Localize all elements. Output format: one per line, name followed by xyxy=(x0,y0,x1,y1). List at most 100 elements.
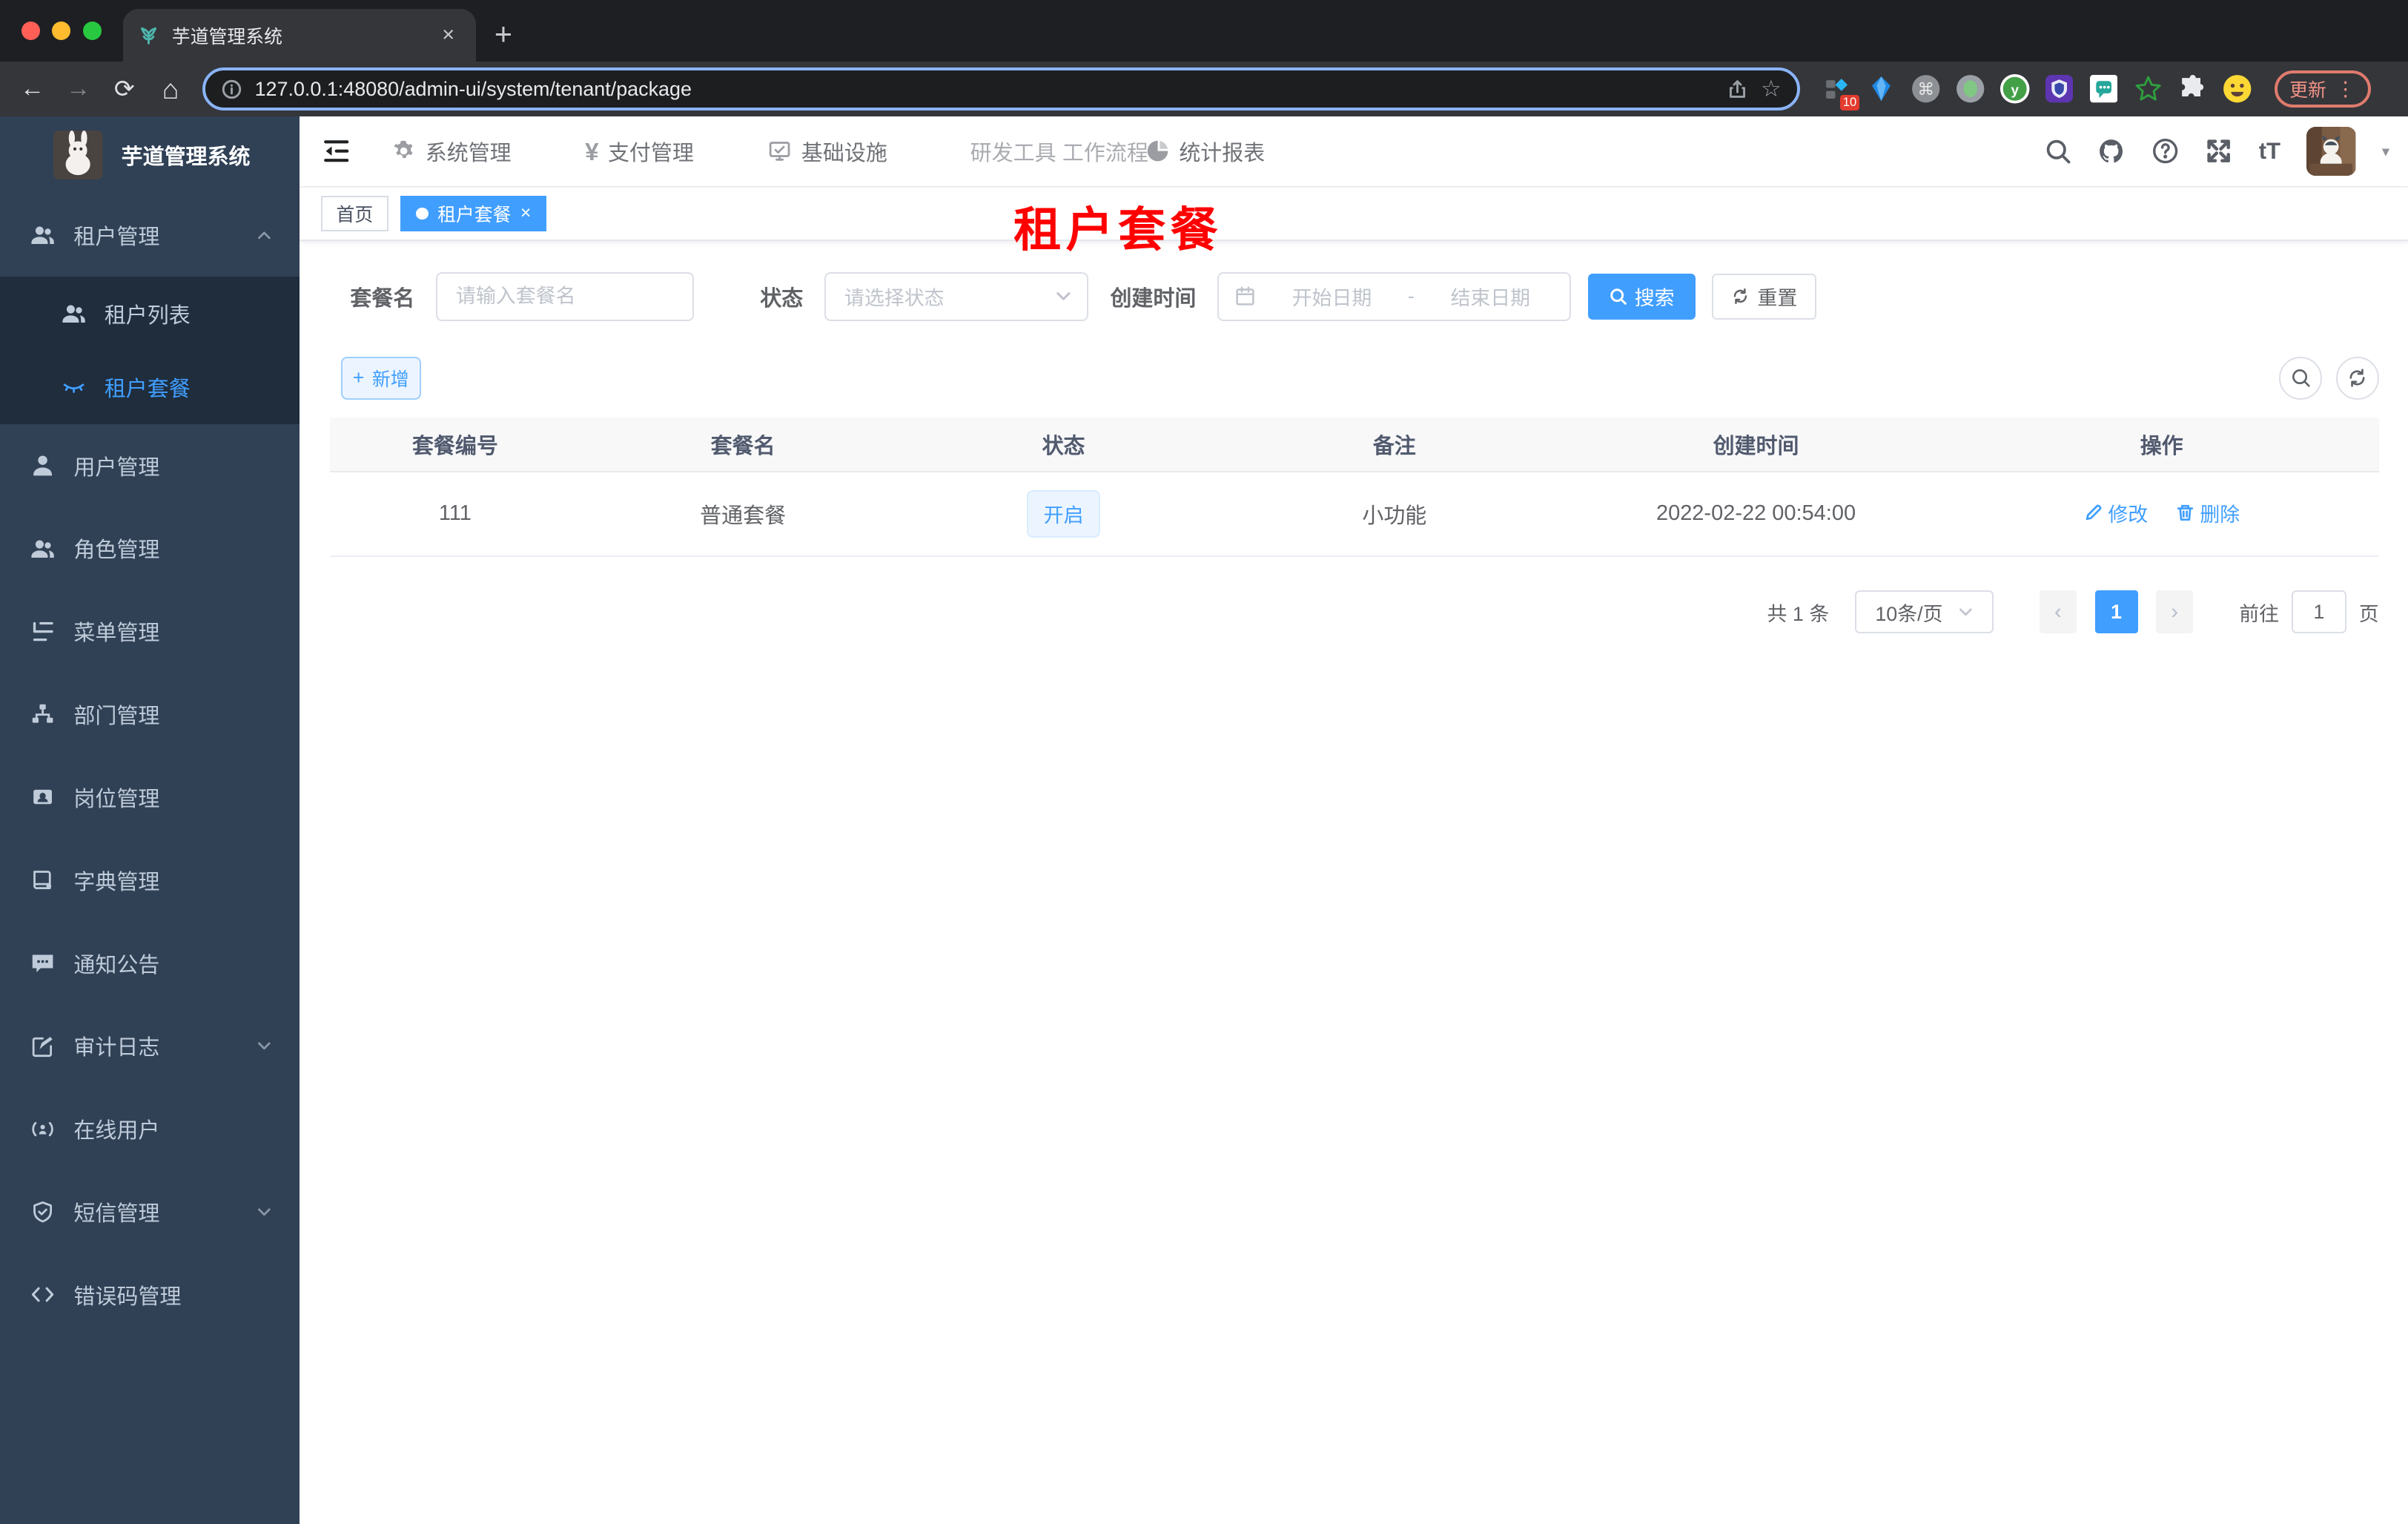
goto-page-input[interactable] xyxy=(2291,590,2347,634)
refresh-table-button[interactable] xyxy=(2335,356,2379,400)
user-avatar[interactable] xyxy=(2306,126,2356,177)
sidebar-item-tenant-management[interactable]: 租户管理 xyxy=(0,194,300,277)
extension-badge: 10 xyxy=(1839,95,1860,111)
sidebar-item-role-management[interactable]: 角色管理 xyxy=(0,507,300,590)
topnav-label: 工作流程 xyxy=(1062,142,1148,166)
update-label: 更新 xyxy=(2289,81,2326,102)
browser-menu-kebab-icon[interactable]: ⋮ xyxy=(2335,78,2355,101)
home-button[interactable]: ⌂ xyxy=(150,73,191,105)
sidebar-item-menu-management[interactable]: 菜单管理 xyxy=(0,590,300,673)
sidebar-logo[interactable]: 芋道管理系统 xyxy=(0,116,300,194)
share-icon[interactable] xyxy=(1727,79,1748,100)
name-filter-input[interactable] xyxy=(436,271,695,321)
sidebar-item-audit-log[interactable]: 审计日志 xyxy=(0,1005,300,1088)
collapse-sidebar-icon[interactable] xyxy=(321,136,351,166)
tab-close-icon[interactable]: × xyxy=(436,23,460,47)
reset-button[interactable]: 重置 xyxy=(1712,273,1817,320)
extension-green-star-icon[interactable] xyxy=(2133,73,2163,104)
zoom-window-button[interactable] xyxy=(82,22,102,40)
add-button[interactable]: + 新增 xyxy=(340,356,421,400)
new-tab-button[interactable]: + xyxy=(494,13,512,56)
sidebar-item-tenant-list[interactable]: 租户列表 xyxy=(0,277,300,350)
tab-title: 芋道管理系统 xyxy=(171,27,282,47)
topnav-label: 统计报表 xyxy=(1179,142,1266,166)
topnav-infrastructure[interactable]: 基础设施 xyxy=(767,136,887,167)
search-icon[interactable] xyxy=(2044,137,2071,165)
page-size-select[interactable]: 10条/页 xyxy=(1855,590,1994,634)
sidebar: 芋道管理系统 租户管理 租户列表 租户套餐 用户管理 角色管理 菜单管理 部门管… xyxy=(0,116,300,1524)
cell-name: 普通套餐 xyxy=(580,471,906,557)
add-button-label: 新增 xyxy=(371,369,409,390)
extension-purple-shield-icon[interactable] xyxy=(2044,73,2074,104)
extension-gem-icon[interactable] xyxy=(1866,73,1896,104)
search-button[interactable]: 搜索 xyxy=(1587,273,1696,320)
sidebar-item-tenant-package[interactable]: 租户套餐 xyxy=(0,350,300,423)
sidebar-item-notice[interactable]: 通知公告 xyxy=(0,922,300,1005)
minimize-window-button[interactable] xyxy=(52,22,71,40)
fullscreen-icon[interactable] xyxy=(2205,137,2232,165)
status-badge[interactable]: 开启 xyxy=(1026,489,1101,538)
close-window-button[interactable] xyxy=(21,22,40,40)
delete-link[interactable]: 删除 xyxy=(2175,498,2240,527)
screen: 芋道管理系统 × + ← → ⟳ ⌂ 127.0.0.1:48080/admin… xyxy=(0,0,2408,1524)
col-header-created: 创建时间 xyxy=(1567,418,1945,472)
extension-emoji-icon[interactable] xyxy=(2222,73,2252,104)
pagination: 共 1 条 10条/页 ‹ 1 › 前往 页 xyxy=(330,590,2379,634)
address-bar[interactable]: 127.0.0.1:48080/admin-ui/system/tenant/p… xyxy=(202,67,1800,111)
date-range-picker[interactable]: 开始日期 - 结束日期 xyxy=(1217,271,1571,321)
tag-home[interactable]: 首页 xyxy=(320,196,388,231)
online-signal-icon xyxy=(32,1121,54,1136)
browser-tab[interactable]: 芋道管理系统 × xyxy=(122,9,477,62)
goto-label: 前往 xyxy=(2239,602,2280,625)
topnav-system[interactable]: 系统管理 xyxy=(391,136,512,167)
status-filter-select[interactable]: 请选择状态 xyxy=(824,271,1089,321)
sidebar-item-user-management[interactable]: 用户管理 xyxy=(0,424,300,507)
site-info-icon[interactable] xyxy=(221,79,242,100)
message-icon xyxy=(33,954,53,973)
sidebar-item-post-management[interactable]: 岗位管理 xyxy=(0,756,300,839)
extensions-puzzle-icon[interactable] xyxy=(2177,73,2208,104)
sidebar-item-label: 字典管理 xyxy=(73,870,160,894)
sidebar-item-department-management[interactable]: 部门管理 xyxy=(0,673,300,756)
topnav-dev-tools[interactable]: 研发工具 xyxy=(961,142,1056,165)
font-size-icon[interactable]: tT xyxy=(2259,138,2280,165)
edit-link[interactable]: 修改 xyxy=(2083,498,2148,527)
avatar-caret-icon[interactable]: ▾ xyxy=(2382,142,2389,161)
search-button-label: 搜索 xyxy=(1634,287,1675,310)
extension-green-dot-icon[interactable] xyxy=(1955,73,1985,104)
monitor-icon xyxy=(770,142,790,162)
filter-form: 套餐名 状态 请选择状态 创建时间 开始日期 - 结束日期 xyxy=(330,271,2378,321)
topnav-payment[interactable]: ¥ 支付管理 xyxy=(585,136,694,167)
col-header-remark: 备注 xyxy=(1221,418,1568,472)
tag-close-icon[interactable]: × xyxy=(520,203,532,224)
prev-page-button[interactable]: ‹ xyxy=(2040,590,2077,634)
users-icon xyxy=(31,226,55,245)
sidebar-item-dict-management[interactable]: 字典管理 xyxy=(0,839,300,922)
sidebar-item-error-code[interactable]: 错误码管理 xyxy=(0,1253,300,1336)
forward-button[interactable]: → xyxy=(59,75,99,103)
bookmark-star-icon[interactable]: ☆ xyxy=(1761,76,1782,102)
toggle-search-button[interactable] xyxy=(2279,356,2322,400)
tag-tenant-package[interactable]: 租户套餐 × xyxy=(400,196,547,231)
page-1-button[interactable]: 1 xyxy=(2094,590,2138,634)
cell-remark: 小功能 xyxy=(1221,471,1568,557)
github-icon[interactable] xyxy=(2097,137,2125,165)
sidebar-item-online-users[interactable]: 在线用户 xyxy=(0,1087,300,1170)
next-page-button[interactable]: › xyxy=(2156,590,2194,634)
extension-y-green-icon[interactable]: y xyxy=(2000,73,2030,104)
topnav-reports[interactable]: 统计报表 xyxy=(1145,136,1266,167)
topnav-workflow[interactable]: 工作流程 xyxy=(1054,142,1148,165)
back-button[interactable]: ← xyxy=(13,75,53,103)
extension-diamond-icon[interactable]: 10 xyxy=(1822,73,1860,111)
browser-update-button[interactable]: 更新 ⋮ xyxy=(2274,70,2371,108)
topnav-label: 支付管理 xyxy=(607,142,694,166)
sidebar-item-sms-management[interactable]: 短信管理 xyxy=(0,1170,300,1253)
cell-status: 开启 xyxy=(905,471,1222,557)
window-controls xyxy=(0,0,123,62)
help-icon[interactable] xyxy=(2151,137,2179,165)
extension-command-icon[interactable]: ⌘ xyxy=(1911,73,1941,104)
trash-icon xyxy=(2177,505,2194,521)
reload-button[interactable]: ⟳ xyxy=(105,74,145,104)
favicon-plant-icon xyxy=(141,27,157,44)
extension-chat-icon[interactable] xyxy=(2088,73,2119,104)
